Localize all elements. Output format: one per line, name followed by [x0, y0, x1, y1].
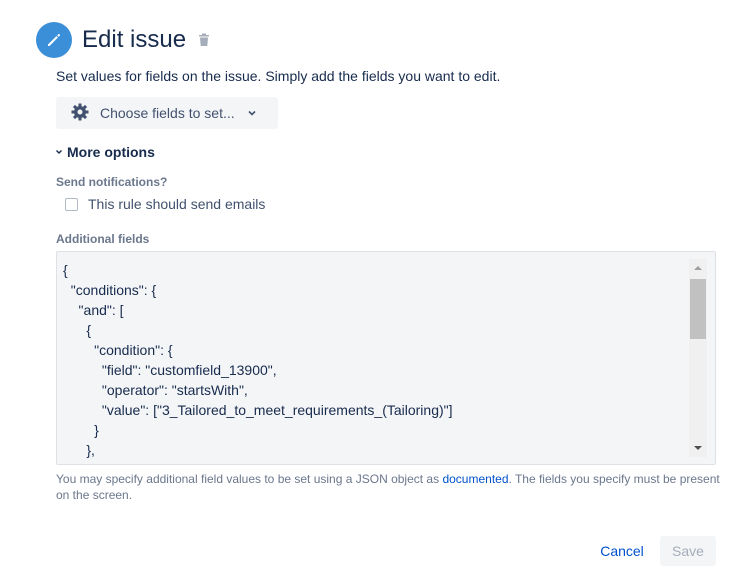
trash-icon[interactable]: [198, 33, 210, 47]
save-button[interactable]: Save: [660, 536, 716, 566]
chevron-down-icon: [55, 148, 63, 156]
send-notifications-label: Send notifications?: [56, 175, 168, 189]
more-options-label: More options: [67, 144, 155, 160]
send-emails-label: This rule should send emails: [88, 196, 266, 212]
help-text-before: You may specify additional field values …: [56, 472, 443, 486]
scroll-down-arrow-icon[interactable]: [689, 439, 707, 457]
additional-fields-help: You may specify additional field values …: [56, 471, 720, 503]
description-text: Set values for fields on the issue. Simp…: [56, 68, 501, 84]
header: Edit issue: [36, 20, 210, 60]
choose-fields-button[interactable]: Choose fields to set...: [56, 97, 278, 129]
choose-fields-label: Choose fields to set...: [100, 105, 235, 121]
pencil-icon: [36, 22, 72, 58]
cancel-button[interactable]: Cancel: [592, 536, 652, 566]
scroll-up-arrow-icon[interactable]: [689, 259, 707, 277]
scrollbar-thumb[interactable]: [690, 279, 706, 339]
additional-fields-textarea[interactable]: { "conditions": { "and": [ { "condition"…: [56, 251, 716, 465]
textarea-scrollbar[interactable]: [689, 259, 707, 457]
send-emails-checkbox[interactable]: [65, 197, 78, 211]
documented-link[interactable]: documented: [442, 472, 508, 486]
send-emails-checkbox-row[interactable]: This rule should send emails: [65, 196, 265, 212]
chevron-down-icon: [247, 108, 257, 118]
page-title: Edit issue: [82, 26, 187, 53]
additional-fields-label: Additional fields: [56, 232, 150, 246]
more-options-toggle[interactable]: More options: [55, 144, 155, 160]
additional-fields-json: { "conditions": { "and": [ { "condition"…: [63, 262, 453, 458]
gear-icon: [70, 102, 90, 125]
